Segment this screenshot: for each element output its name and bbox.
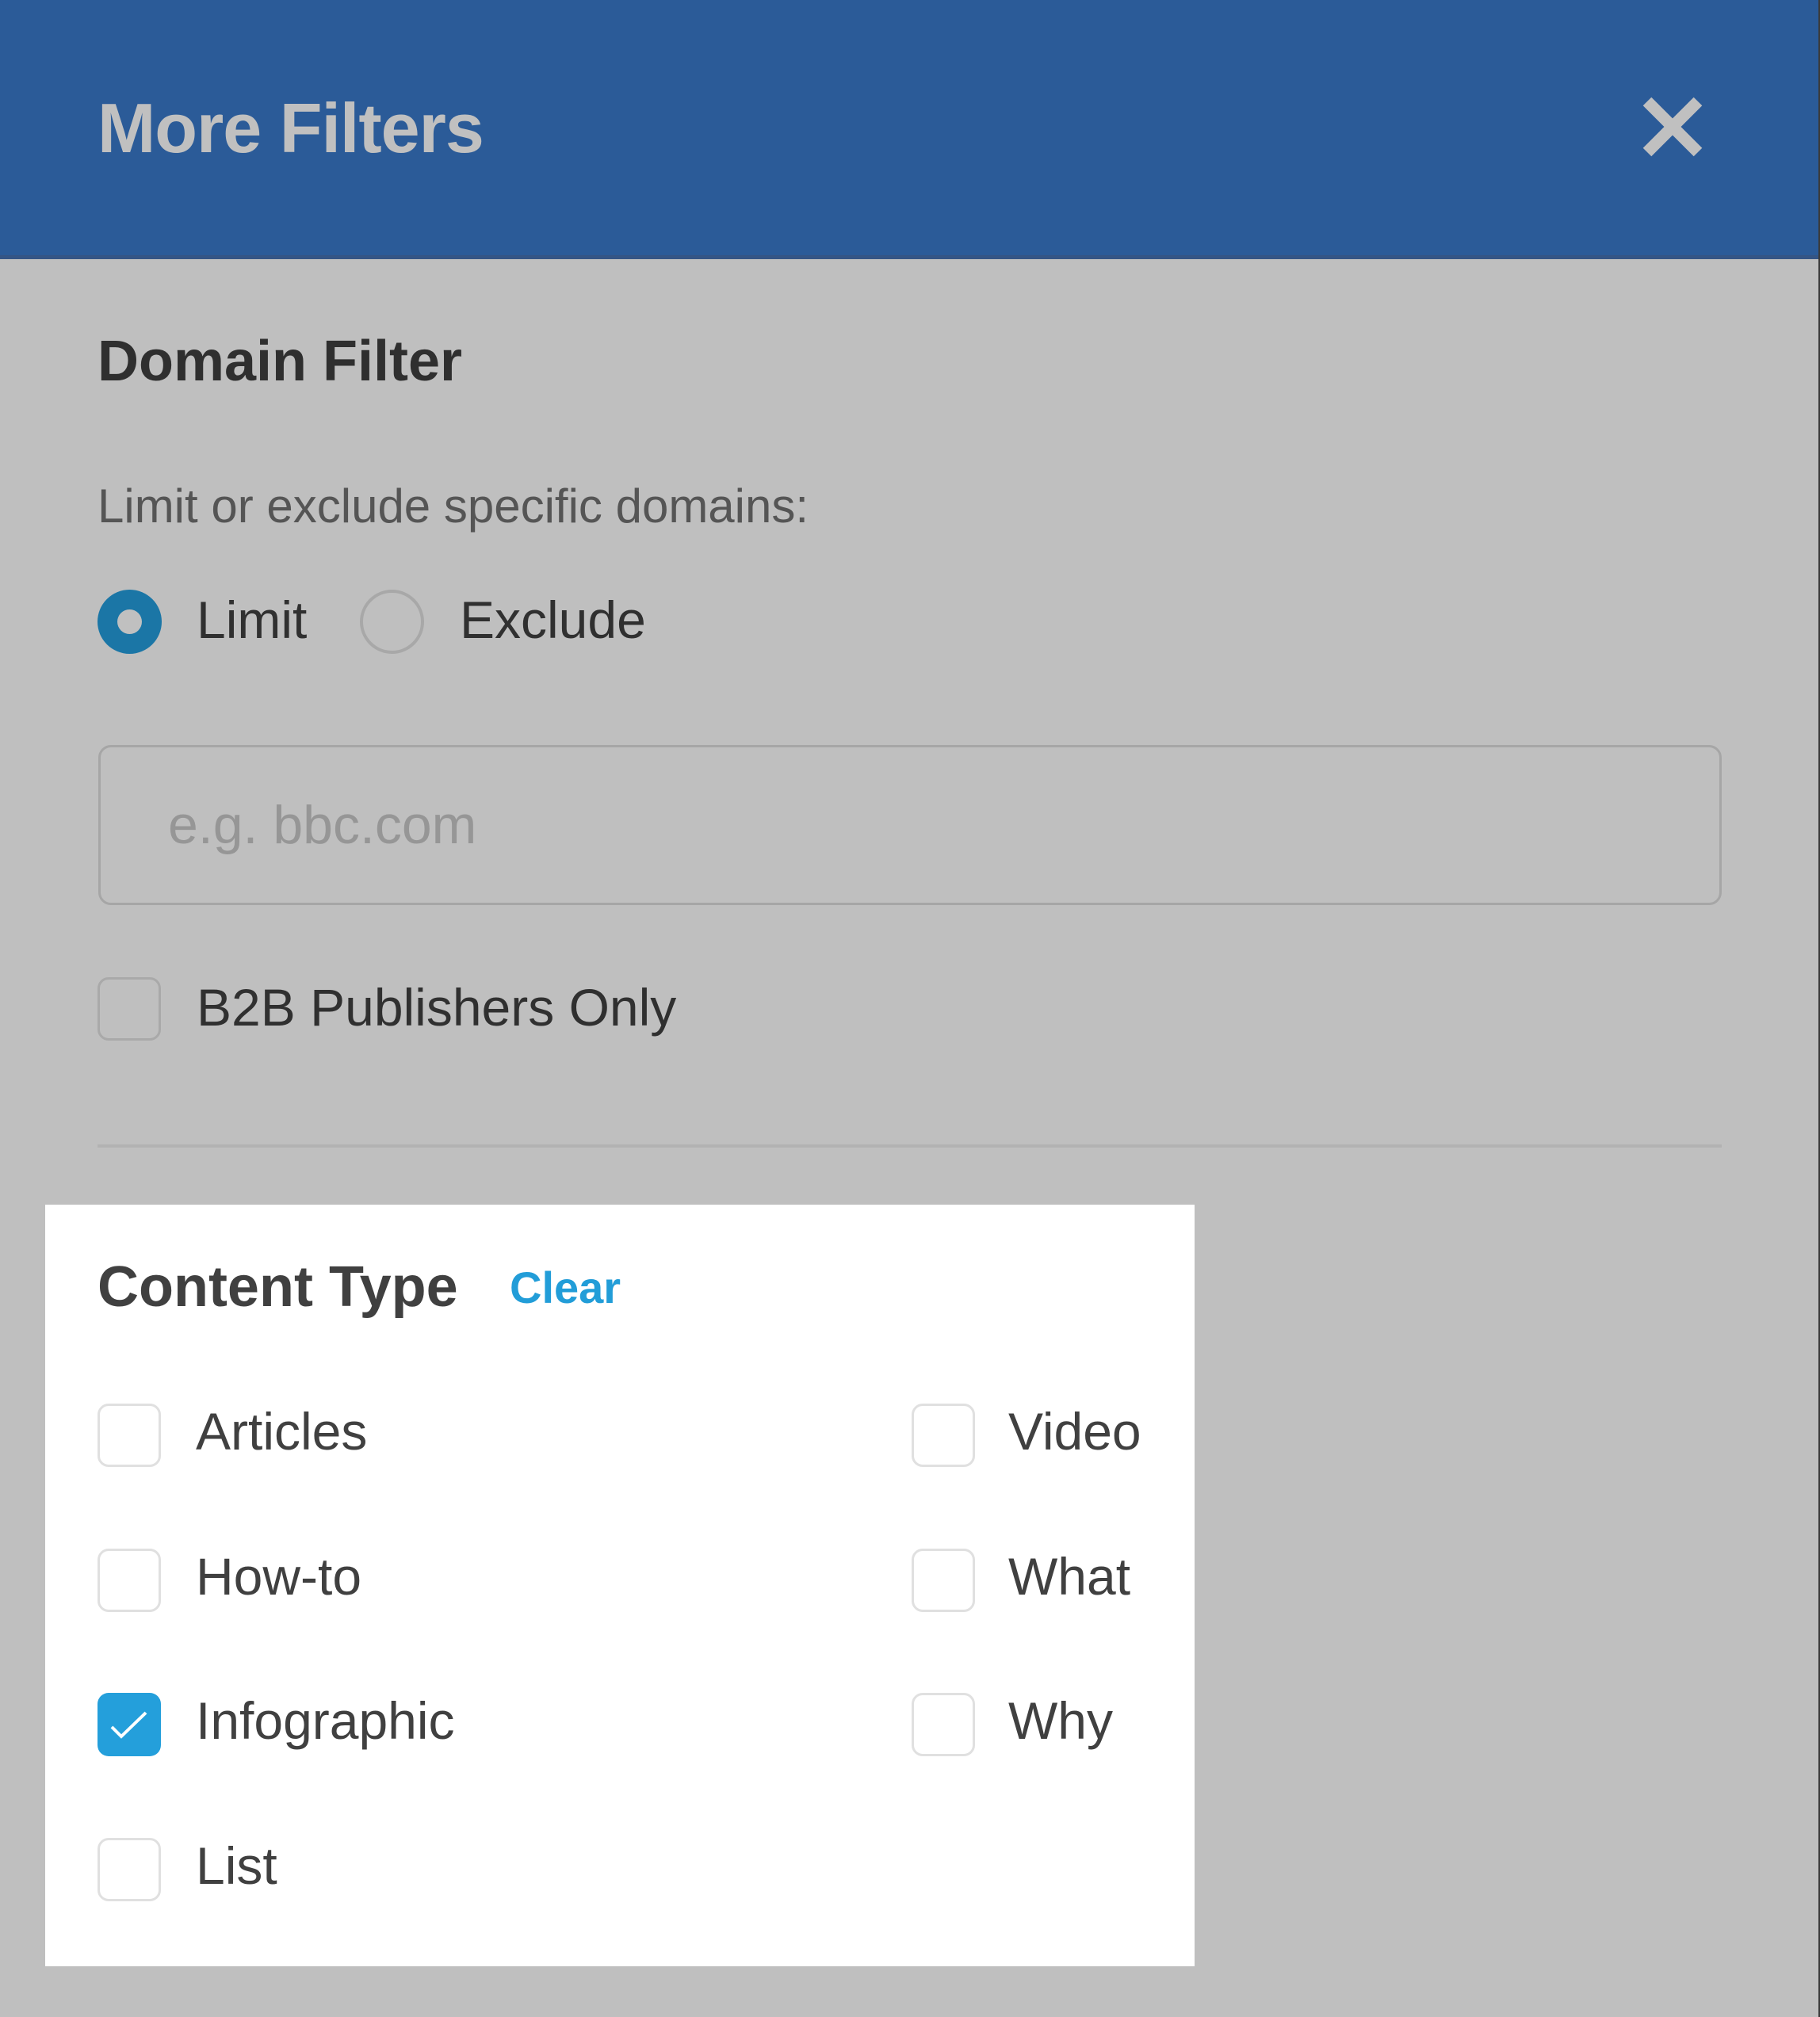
checkbox-how-to-label[interactable]: How-to	[196, 1545, 361, 1608]
clear-button[interactable]: Clear	[510, 1260, 621, 1316]
radio-exclude[interactable]	[360, 590, 424, 654]
checkbox-what[interactable]	[912, 1549, 975, 1612]
checkbox-why[interactable]	[912, 1693, 975, 1756]
modal-title: More Filters	[98, 89, 484, 167]
checkbox-infographic[interactable]	[98, 1693, 161, 1756]
checkbox-video-label[interactable]: Video	[1008, 1400, 1141, 1463]
checkbox-why-label[interactable]: Why	[1008, 1689, 1113, 1752]
checkbox-articles-label[interactable]: Articles	[196, 1400, 367, 1463]
close-icon	[1642, 97, 1703, 157]
radio-limit[interactable]	[98, 590, 162, 654]
checkbox-infographic-label[interactable]: Infographic	[196, 1689, 455, 1752]
domain-filter-subtitle: Limit or exclude specific domains:	[98, 479, 809, 533]
checkbox-list-label[interactable]: List	[196, 1834, 277, 1897]
content-type-title: Content Type	[98, 1255, 458, 1319]
b2b-publishers-label[interactable]: B2B Publishers Only	[197, 976, 676, 1039]
checkbox-how-to[interactable]	[98, 1549, 161, 1612]
section-divider	[98, 1144, 1722, 1148]
domain-input[interactable]	[98, 745, 1722, 905]
checkmark-icon	[110, 1711, 147, 1739]
close-button[interactable]	[1639, 94, 1706, 160]
checkbox-what-label[interactable]: What	[1008, 1545, 1130, 1608]
checkbox-video[interactable]	[912, 1404, 975, 1467]
b2b-publishers-checkbox[interactable]	[98, 977, 161, 1041]
checkbox-list[interactable]	[98, 1838, 161, 1901]
radio-exclude-label[interactable]: Exclude	[460, 588, 646, 651]
radio-limit-label[interactable]: Limit	[197, 588, 307, 651]
checkbox-articles[interactable]	[98, 1404, 161, 1467]
domain-filter-title: Domain Filter	[98, 330, 463, 393]
